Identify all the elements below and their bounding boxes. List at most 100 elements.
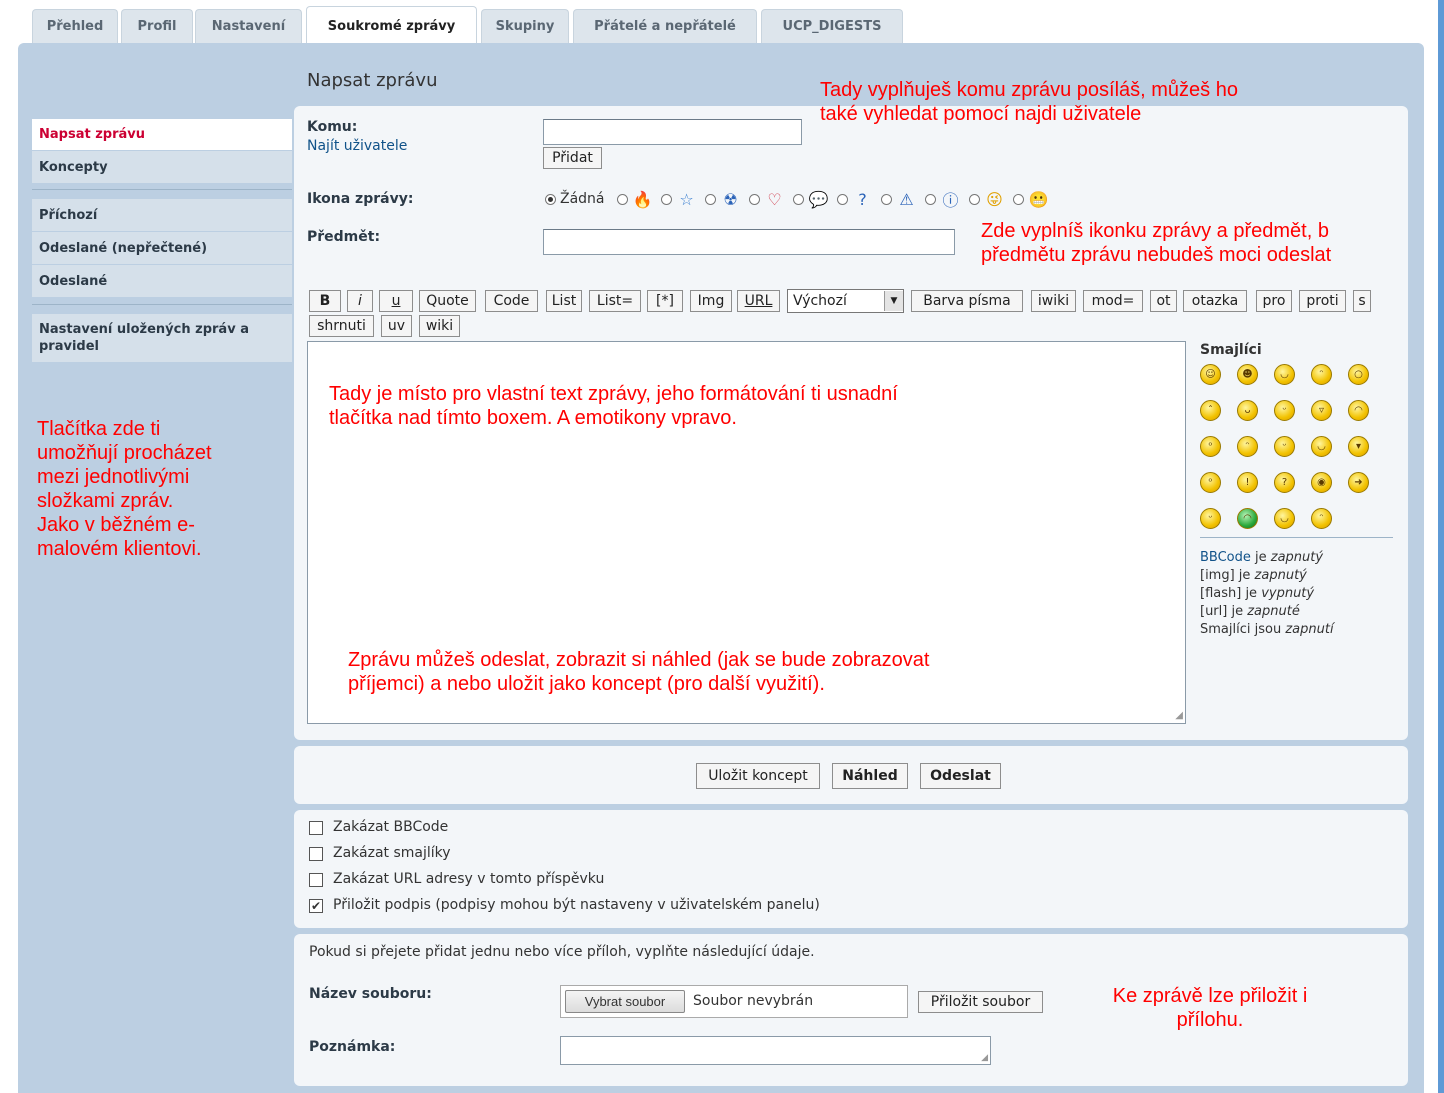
smiley-icon[interactable]: ◠: [1237, 508, 1258, 529]
wiki-button[interactable]: wiki: [419, 315, 460, 337]
icon-radio[interactable]: [704, 193, 716, 205]
quote-button[interactable]: Quote: [419, 290, 476, 312]
img-button[interactable]: Img: [690, 290, 732, 312]
tab-profil[interactable]: Profil: [121, 9, 193, 43]
send-button[interactable]: Odeslat: [920, 763, 1001, 789]
shrnuti-button[interactable]: shrnuti: [309, 315, 374, 337]
recipient-input[interactable]: [543, 119, 802, 145]
sidebar-item-compose[interactable]: Napsat zprávu: [32, 119, 292, 150]
smiley-icon[interactable]: ᵒ: [1200, 436, 1221, 457]
icon-radio[interactable]: [924, 193, 936, 205]
tab-soukrome-zpravy[interactable]: Soukromé zprávy: [306, 6, 477, 46]
smiley-icon[interactable]: ᵒ: [1200, 472, 1221, 493]
smiley-icon[interactable]: ▾: [1348, 436, 1369, 457]
subject-input[interactable]: [543, 229, 955, 255]
save-draft-button[interactable]: Uložit koncept: [696, 763, 820, 789]
url-button[interactable]: URL: [737, 290, 780, 312]
url-status-value: zapnuté: [1247, 604, 1300, 619]
tab-skupiny[interactable]: Skupiny: [481, 9, 569, 43]
tab-ucp-digests[interactable]: UCP_DIGESTS: [761, 9, 903, 43]
smiley-icon[interactable]: ᵔ: [1311, 508, 1332, 529]
smiley-icon[interactable]: ᵔ: [1311, 364, 1332, 385]
icon-radio[interactable]: [792, 193, 804, 205]
tab-nastaveni[interactable]: Nastavení: [195, 9, 302, 43]
code-button[interactable]: Code: [485, 290, 538, 312]
smiley-icon[interactable]: ◡: [1274, 508, 1295, 529]
underline-button[interactable]: u: [379, 290, 413, 312]
window-edge-bar: [1438, 0, 1444, 1093]
proti-button[interactable]: proti: [1299, 290, 1346, 312]
mod-button[interactable]: mod=: [1083, 290, 1143, 312]
icon-radio[interactable]: [660, 193, 672, 205]
font-color-button[interactable]: Barva písma: [911, 290, 1023, 312]
filename-label: Název souboru:: [309, 986, 432, 1002]
tab-pratele[interactable]: Přátelé a nepřátelé: [573, 9, 757, 43]
annotation-body-line: tlačítka nad tímto boxem. A emotikony vp…: [329, 407, 737, 429]
smiley-icon[interactable]: ?: [1274, 472, 1295, 493]
add-recipient-button[interactable]: Přidat: [543, 147, 602, 169]
sidebar-item-inbox[interactable]: Příchozí: [32, 199, 292, 231]
italic-button[interactable]: i: [347, 290, 373, 312]
bbcode-link[interactable]: BBCode: [1200, 550, 1251, 565]
list-ordered-button[interactable]: List=: [589, 290, 641, 312]
smiley-icon[interactable]: ◠: [1348, 400, 1369, 421]
smiley-icon[interactable]: ˆ: [1200, 400, 1221, 421]
sidebar-item-rules[interactable]: Nastavení uložených zpráv a pravidel: [32, 314, 292, 362]
info-icon: ⓘ: [942, 191, 959, 210]
no-file-text: Soubor nevybrán: [693, 993, 814, 1009]
icon-radio[interactable]: [880, 193, 892, 205]
smiley-icon[interactable]: !: [1237, 472, 1258, 493]
sidebar-item-drafts[interactable]: Koncepty: [32, 151, 292, 183]
pro-button[interactable]: pro: [1256, 290, 1292, 312]
uv-button[interactable]: uv: [381, 315, 412, 337]
annotation-send-line: Zprávu můžeš odeslat, zobrazit si náhled…: [348, 649, 930, 671]
smiley-icon[interactable]: ☺: [1200, 364, 1221, 385]
smiley-icon[interactable]: ☻: [1237, 364, 1258, 385]
smiley-icon[interactable]: ᴗ: [1237, 400, 1258, 421]
list-button[interactable]: List: [546, 290, 582, 312]
disable-urls-checkbox[interactable]: [309, 873, 323, 887]
disable-smilies-checkbox[interactable]: [309, 847, 323, 861]
smiley-icon[interactable]: ◡: [1274, 364, 1295, 385]
icon-radio[interactable]: [836, 193, 848, 205]
smiley-icon[interactable]: ◡: [1311, 436, 1332, 457]
icon-radio[interactable]: [1012, 193, 1024, 205]
attach-file-button[interactable]: Přiložit soubor: [918, 991, 1043, 1013]
smiley-icon[interactable]: ○: [1348, 364, 1369, 385]
comment-textarea[interactable]: ◢: [560, 1036, 991, 1065]
file-input[interactable]: Vybrat soubor Soubor nevybrán: [560, 985, 908, 1018]
sidebar-divider: [32, 189, 292, 190]
preview-button[interactable]: Náhled: [832, 763, 908, 789]
iwiki-button[interactable]: iwiki: [1031, 290, 1076, 312]
icon-radio[interactable]: [616, 193, 628, 205]
smiley-icon[interactable]: ▿: [1311, 400, 1332, 421]
choose-file-button[interactable]: Vybrat soubor: [565, 990, 685, 1013]
font-size-select[interactable]: Výchozí ▼: [787, 289, 904, 313]
icon-radio[interactable]: [748, 193, 760, 205]
heart-icon: ♡: [767, 189, 782, 209]
icon-radio[interactable]: [968, 193, 980, 205]
smiley-icon[interactable]: ᵕ: [1274, 400, 1295, 421]
smiley-icon[interactable]: ᵔ: [1237, 436, 1258, 457]
sidebar-item-sent[interactable]: Odeslané: [32, 265, 292, 297]
flash-status-text: [flash] je: [1200, 586, 1262, 601]
otazka-button[interactable]: otazka: [1183, 290, 1247, 312]
sidebar-item-outbox[interactable]: Odeslané (nepřečtené): [32, 232, 292, 264]
resize-handle-icon[interactable]: ◢: [981, 1053, 988, 1063]
smiley-icon[interactable]: ➜: [1348, 472, 1369, 493]
smiley-icon[interactable]: ᵕ: [1274, 436, 1295, 457]
list-item-button[interactable]: [*]: [647, 290, 683, 312]
ot-button[interactable]: ot: [1150, 290, 1177, 312]
disable-bbcode-checkbox[interactable]: [309, 821, 323, 835]
smiley-icon[interactable]: ◉: [1311, 472, 1332, 493]
resize-handle-icon[interactable]: ◢: [1175, 710, 1183, 721]
attach-signature-checkbox[interactable]: ✔: [309, 899, 323, 913]
tab-prehled[interactable]: Přehled: [32, 9, 118, 43]
find-user-link[interactable]: Najít uživatele: [307, 138, 407, 154]
annotation-sidebar-line: Tlačítka zde ti: [37, 418, 161, 440]
smiley-icon[interactable]: ᵕ: [1200, 508, 1221, 529]
bold-button[interactable]: B: [309, 290, 341, 312]
icon-radio-none[interactable]: [545, 193, 556, 205]
strike-button[interactable]: s: [1353, 290, 1371, 312]
icon-radio-group: Žádná 🔥 ☆ ☢ ♡ 💬 ? ⚠ ⓘ 😜 😬: [545, 188, 1057, 210]
